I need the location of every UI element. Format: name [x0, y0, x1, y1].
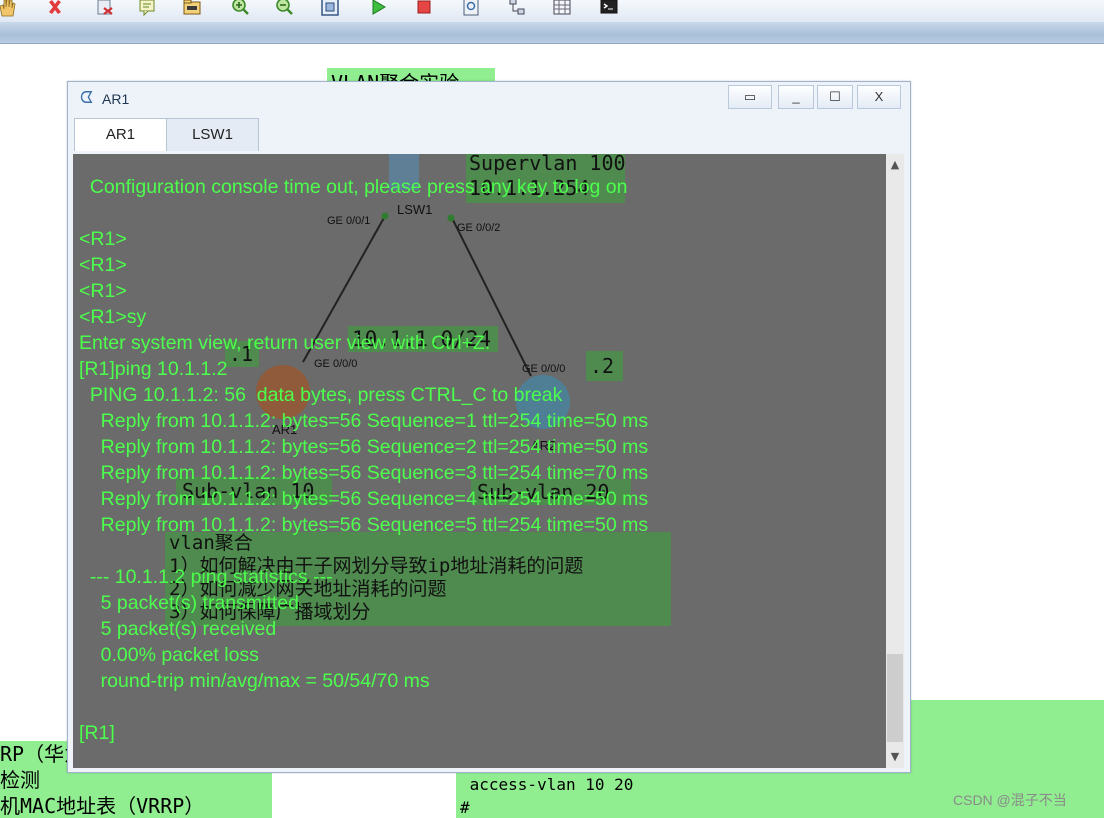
toolbar	[0, 0, 1104, 22]
console-line: Reply from 10.1.1.2: bytes=56 Sequence=1…	[79, 410, 649, 432]
switch-name: LSW1	[397, 202, 433, 217]
console-line: Reply from 10.1.1.2: bytes=56 Sequence=4…	[79, 488, 649, 510]
console-line: [R1]	[79, 722, 115, 744]
console-scrollbar[interactable]: ▲ ▼	[886, 154, 904, 768]
watermark: CSDN @混子不当	[953, 792, 1067, 808]
toolbar-strip	[0, 22, 1104, 44]
fit-icon[interactable]	[319, 0, 341, 18]
right-ip-label[interactable]: .2	[586, 351, 623, 381]
scroll-down-icon[interactable]: ▼	[886, 748, 904, 766]
ar2-port: GE 0/0/0	[522, 363, 566, 375]
console-line: --- 10.1.1.2 ping statistics ---	[79, 566, 333, 588]
stop-icon[interactable]	[413, 0, 435, 18]
router-icon: ᗧ	[80, 88, 94, 107]
console-line: <R1>sy	[79, 306, 147, 328]
tab-ar1[interactable]: AR1	[74, 118, 167, 151]
console-output[interactable]: Supervlan 100 10.1.1.254 10.1.1.0/24 .1 …	[73, 154, 886, 768]
console-line: Reply from 10.1.1.2: bytes=56 Sequence=2…	[79, 436, 649, 458]
minimize-button[interactable]: _	[778, 85, 814, 109]
grid-icon[interactable]	[551, 0, 573, 18]
close-button[interactable]: X	[857, 85, 901, 109]
console-icon[interactable]	[598, 0, 620, 18]
capture-icon[interactable]	[460, 0, 482, 18]
maximize-button[interactable]: ☐	[817, 85, 853, 109]
console-line: 0.00% packet loss	[79, 644, 259, 666]
scroll-up-icon[interactable]: ▲	[886, 156, 904, 174]
hand-icon[interactable]	[0, 0, 18, 18]
console-line: 5 packet(s) received	[79, 618, 277, 640]
window-title: AR1	[102, 91, 130, 107]
ar1-port: GE 0/0/0	[314, 358, 358, 370]
console-line: [R1]ping 10.1.1.2	[79, 358, 228, 380]
folder-icon[interactable]	[181, 0, 203, 18]
console-line: <R1>	[79, 280, 127, 302]
console-line: 5 packet(s) transmitted	[79, 592, 299, 614]
topology-icon[interactable]	[506, 0, 528, 18]
delete-icon[interactable]	[44, 0, 66, 18]
console-line: round-trip min/avg/max = 50/54/70 ms	[79, 670, 430, 692]
port-ge002: GE 0/0/2	[457, 222, 501, 234]
start-icon[interactable]	[367, 0, 389, 18]
console-line: Enter system view, return user view with…	[79, 332, 491, 354]
console-line: Reply from 10.1.1.2: bytes=56 Sequence=3…	[79, 462, 649, 484]
zoom-out-icon[interactable]	[273, 0, 295, 18]
console-line: Reply from 10.1.1.2: bytes=56 Sequence=5…	[79, 514, 649, 536]
console-line: PING 10.1.1.2: 56 data bytes, press CTRL…	[79, 384, 563, 406]
console-line: <R1>	[79, 254, 127, 276]
tab-lsw1[interactable]: LSW1	[166, 118, 259, 151]
restore-layout-button[interactable]: ▭	[728, 85, 772, 109]
clear-icon[interactable]	[94, 0, 116, 18]
port-ge001: GE 0/0/1	[327, 215, 371, 227]
zoom-in-icon[interactable]	[229, 0, 251, 18]
console-window: ᗧ AR1 ▭ _ ☐ X AR1 LSW1 Supervlan 100 10.…	[67, 81, 911, 773]
window-titlebar[interactable]: ᗧ AR1 ▭ _ ☐ X	[68, 82, 910, 116]
message-icon[interactable]	[136, 0, 158, 18]
console-line: Configuration console time out, please p…	[79, 176, 628, 198]
console-line: <R1>	[79, 228, 127, 250]
scroll-thumb[interactable]	[887, 654, 903, 742]
